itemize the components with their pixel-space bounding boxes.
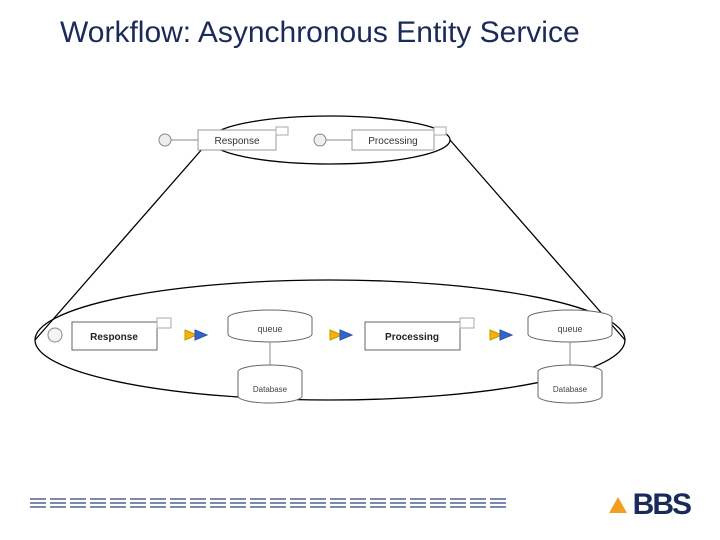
top-response-label: Response xyxy=(214,136,259,147)
queue-icon-2: queue xyxy=(528,310,612,342)
queue-2-label: queue xyxy=(557,324,582,334)
database-icon-1: Database xyxy=(238,342,302,403)
logo-triangle-icon xyxy=(609,497,627,513)
database-icon-2: Database xyxy=(538,342,602,403)
slide-title: Workflow: Asynchronous Entity Service xyxy=(60,15,580,51)
queue-icon-1: queue xyxy=(228,310,312,342)
workflow-diagram: Response Processing Response queue Datab… xyxy=(0,100,720,440)
arrow-icon xyxy=(490,330,512,340)
brand-logo: BBS xyxy=(609,488,690,522)
logo-text: BBS xyxy=(633,488,690,522)
bottom-response-label: Response xyxy=(90,332,138,343)
arrow-icon xyxy=(330,330,352,340)
queue-1-label: queue xyxy=(257,324,282,334)
dash-decoration xyxy=(30,498,530,510)
arrow-icon xyxy=(185,330,207,340)
database-2-label: Database xyxy=(553,385,588,394)
bottom-processing-label: Processing xyxy=(385,332,439,343)
database-1-label: Database xyxy=(253,385,288,394)
footer: BBS xyxy=(0,480,720,540)
top-processing-label: Processing xyxy=(368,136,417,147)
